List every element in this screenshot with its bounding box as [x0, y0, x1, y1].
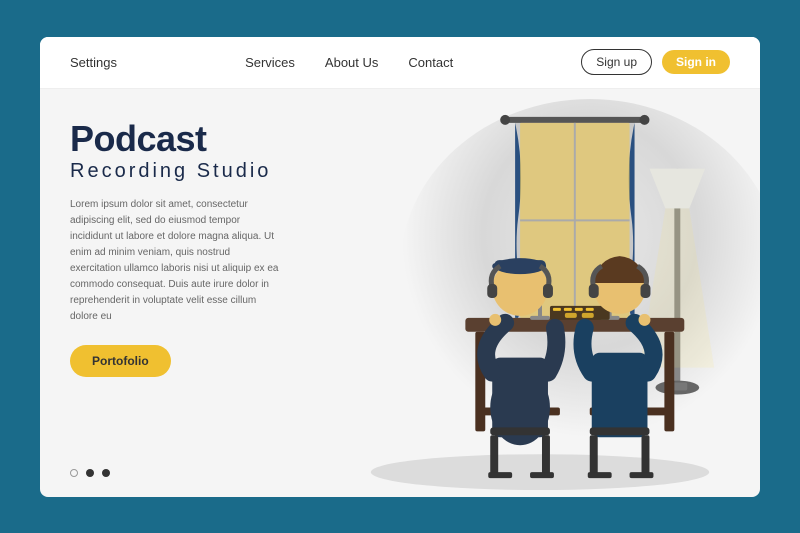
dot-2[interactable]	[86, 469, 94, 477]
nav-links: Services About Us Contact	[245, 55, 453, 70]
main-content: Podcast Recording Studio Lorem ipsum dol…	[40, 89, 760, 497]
dot-1[interactable]	[70, 469, 78, 477]
portfolio-button[interactable]: Portofolio	[70, 345, 171, 377]
navbar: Settings Services About Us Contact Sign …	[40, 37, 760, 89]
signup-button[interactable]: Sign up	[581, 49, 652, 75]
podcast-illustration	[320, 89, 760, 497]
nav-link-services[interactable]: Services	[245, 55, 295, 70]
signin-button[interactable]: Sign in	[662, 50, 730, 74]
hero-title-main: Podcast	[70, 119, 290, 159]
nav-actions: Sign up Sign in	[581, 49, 730, 75]
page-container: Settings Services About Us Contact Sign …	[40, 37, 760, 497]
left-panel: Podcast Recording Studio Lorem ipsum dol…	[40, 89, 320, 497]
illustration-area	[320, 89, 760, 497]
nav-link-about[interactable]: About Us	[325, 55, 378, 70]
dot-navigation	[70, 469, 290, 477]
dot-3[interactable]	[102, 469, 110, 477]
hero-title-sub: Recording Studio	[70, 160, 290, 183]
nav-logo: Settings	[70, 55, 117, 70]
hero-description: Lorem ipsum dolor sit amet, consectetur …	[70, 197, 280, 325]
nav-link-contact[interactable]: Contact	[408, 55, 453, 70]
